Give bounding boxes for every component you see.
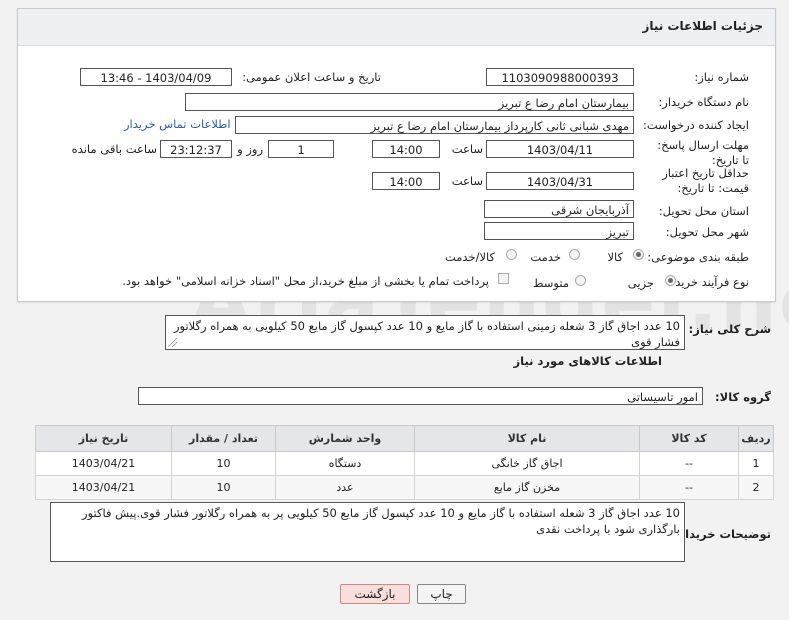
buyer-org-label: نام دستگاه خریدار: — [658, 95, 749, 109]
city-field: تبریز — [484, 222, 634, 240]
col-date-header: تاریخ نیاز — [35, 425, 172, 452]
province-label: استان محل تحویل: — [658, 204, 749, 218]
province-field: آذربایجان شرقی — [484, 200, 634, 218]
time-remaining-label: ساعت باقی مانده — [71, 142, 157, 156]
goods-unit: دستگاه — [275, 451, 415, 476]
goods-qty: 10 — [171, 475, 276, 500]
process-medium-label: متوسط — [532, 276, 569, 290]
process-medium-radio[interactable] — [575, 275, 586, 286]
deadline-time-label: ساعت — [451, 142, 483, 156]
creator-field: مهدی شبانی ثانی کارپرداز بیمارستان امام … — [235, 116, 634, 134]
goods-group-field: امور تاسیساتی — [138, 387, 703, 405]
category-service-label: خدمت — [530, 250, 561, 264]
validity-label: حداقل تاریخ اعتبار قیمت: تا تاریخ: — [662, 166, 749, 195]
table-row: 2 -- مخزن گاز مایع عدد 10 1403/04/21 — [35, 475, 774, 500]
goods-code: -- — [639, 451, 739, 476]
row-number: 2 — [738, 475, 774, 500]
creator-label: ایجاد کننده درخواست: — [643, 118, 749, 132]
process-label: نوع فرآیند خرید : — [667, 275, 749, 289]
goods-name: مخزن گاز مایع — [414, 475, 640, 500]
col-row-header: ردیف — [738, 425, 774, 452]
buyer-notes-textarea[interactable]: 10 عدد اجاق گاز 3 شعله استفاده با گاز ما… — [50, 502, 685, 562]
buyer-notes-text: 10 عدد اجاق گاز 3 شعله استفاده با گاز ما… — [82, 506, 680, 536]
deadline-date-field: 1403/04/11 — [486, 140, 634, 158]
treasury-payment-note: پرداخت تمام یا بخشی از مبلغ خرید،از محل … — [122, 274, 489, 288]
goods-code: -- — [639, 475, 739, 500]
announce-label: تاریخ و ساعت اعلان عمومی: — [242, 70, 381, 84]
col-name-header: نام کالا — [414, 425, 640, 452]
category-goods-label: کالا — [607, 250, 623, 264]
category-both-label: کالا/خدمت — [444, 250, 495, 264]
process-minor-radio[interactable] — [665, 275, 676, 286]
deadline-time-field: 14:00 — [372, 140, 440, 158]
goods-section-title: اطلاعات کالاهای مورد نیاز — [513, 354, 662, 368]
goods-unit: عدد — [275, 475, 415, 500]
category-label: طبقه بندی موضوعی: — [647, 250, 749, 264]
category-both-radio[interactable] — [506, 249, 517, 260]
summary-textarea[interactable]: 10 عدد اجاق گاز 3 شعله زمینی استفاده با … — [165, 315, 685, 350]
resize-grip-icon[interactable] — [168, 338, 177, 347]
category-goods-radio[interactable] — [633, 249, 644, 260]
deadline-label: مهلت ارسال پاسخ: تا تاریخ: — [657, 138, 749, 167]
goods-date: 1403/04/21 — [35, 451, 172, 476]
row-number: 1 — [738, 451, 774, 476]
city-label: شهر محل تحویل: — [665, 225, 749, 239]
table-row: 1 -- اجاق گاز خانگی دستگاه 10 1403/04/21 — [35, 451, 774, 476]
category-service-radio[interactable] — [569, 249, 580, 260]
summary-label: شرح کلی نیاز: — [688, 322, 771, 336]
validity-time-label: ساعت — [451, 174, 483, 188]
goods-name: اجاق گاز خانگی — [414, 451, 640, 476]
buyer-notes-label: توضیحات خریدار: — [673, 527, 771, 541]
goods-qty: 10 — [171, 451, 276, 476]
announce-field: 1403/04/09 - 13:46 — [80, 68, 232, 86]
panel-title: جزئیات اطلاعات نیاز — [642, 19, 763, 33]
days-label: روز و — [237, 142, 263, 156]
goods-group-label: گروه کالا: — [715, 390, 771, 404]
col-code-header: کد کالا — [639, 425, 739, 452]
days-remaining-field: 1 — [268, 140, 334, 158]
goods-table: ردیف کد کالا نام کالا واحد شمارش تعداد /… — [35, 425, 774, 500]
goods-table-header: ردیف کد کالا نام کالا واحد شمارش تعداد /… — [35, 425, 774, 452]
back-button[interactable]: بازگشت — [340, 584, 410, 604]
contact-info-link[interactable]: اطلاعات تماس خریدار — [124, 117, 231, 131]
need-number-field: 1103090988000393 — [486, 68, 634, 86]
need-number-label: شماره نیاز: — [694, 70, 749, 84]
print-button[interactable]: چاپ — [417, 584, 466, 604]
validity-time-field: 14:00 — [372, 172, 440, 190]
process-minor-label: جزیی — [627, 276, 654, 290]
col-qty-header: تعداد / مقدار — [171, 425, 276, 452]
panel-header: جزئیات اطلاعات نیاز — [18, 9, 775, 46]
time-remaining-field: 23:12:37 — [160, 140, 232, 158]
validity-date-field: 1403/04/31 — [486, 172, 634, 190]
summary-text: 10 عدد اجاق گاز 3 شعله زمینی استفاده با … — [173, 319, 680, 349]
buyer-org-field: بیمارستان امام رضا ع تبریز — [185, 93, 634, 111]
col-unit-header: واحد شمارش — [275, 425, 415, 452]
treasury-payment-checkbox[interactable] — [498, 273, 509, 284]
goods-date: 1403/04/21 — [35, 475, 172, 500]
